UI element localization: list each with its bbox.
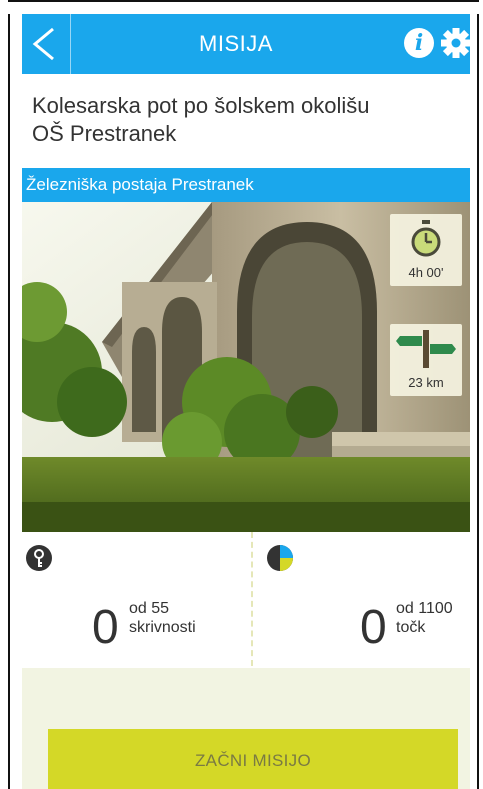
- secrets-text: od 55 skrivnosti: [129, 599, 196, 637]
- secrets-total: od 55: [129, 600, 170, 617]
- duration-label: 4h 00': [408, 265, 444, 280]
- page-title: MISIJA: [199, 31, 273, 56]
- distance-badge: 23 km: [390, 324, 462, 396]
- stopwatch-icon: [411, 220, 441, 257]
- mission-title-line1: Kolesarska pot po šolskem okolišu: [32, 93, 370, 118]
- app-screen: MISIJA i Kolesarska pot po šolskem okoli…: [22, 14, 470, 789]
- frame-left-border: [8, 0, 10, 789]
- frame-top-border: [8, 0, 479, 14]
- points-label: točk: [396, 619, 426, 636]
- info-button[interactable]: i: [404, 28, 434, 58]
- bottom-action-area: ZAČNI MISIJO: [22, 668, 470, 789]
- top-bar: MISIJA i: [22, 14, 470, 74]
- secrets-label: skrivnosti: [129, 619, 196, 636]
- gear-icon: [441, 28, 470, 58]
- signpost-icon: [396, 330, 456, 368]
- secrets-count: 0: [92, 601, 119, 654]
- stats-panel: 0 od 55 skrivnosti 0 od 1100 točk: [22, 532, 470, 668]
- points-count: 0: [360, 601, 387, 654]
- key-icon: [26, 545, 52, 571]
- duration-badge: 4h 00': [390, 214, 462, 286]
- distance-label: 23 km: [408, 375, 444, 390]
- info-icon: i: [414, 30, 424, 56]
- frame-right-border: [477, 0, 479, 789]
- chevron-left-icon: [32, 27, 54, 61]
- mission-title-line2: OŠ Prestranek: [32, 121, 177, 146]
- location-label: Železniška postaja Prestranek: [22, 168, 470, 202]
- back-button[interactable]: [22, 14, 71, 74]
- settings-button[interactable]: [440, 27, 470, 59]
- mission-title: Kolesarska pot po šolskem okolišu OŠ Pre…: [32, 92, 462, 148]
- points-text: od 1100 točk: [396, 599, 453, 637]
- stats-divider: [251, 532, 253, 666]
- start-mission-button[interactable]: ZAČNI MISIJO: [48, 729, 458, 789]
- points-total: od 1100: [396, 600, 453, 617]
- pie-chart-icon: [267, 545, 293, 571]
